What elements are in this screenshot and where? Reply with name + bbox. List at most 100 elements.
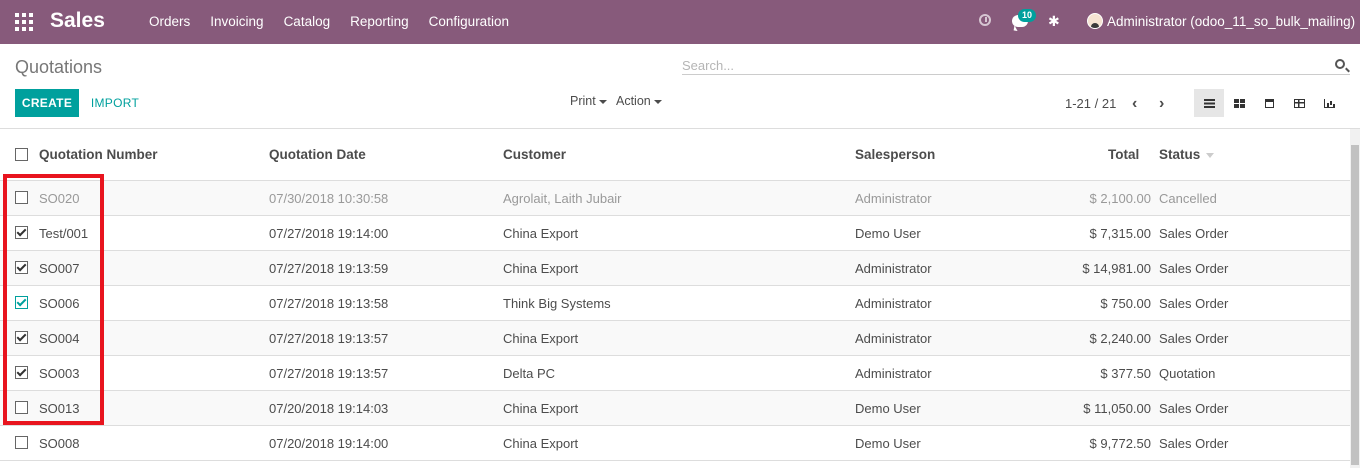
header-salesperson[interactable]: Salesperson (855, 147, 935, 162)
cell-customer: China Export (503, 226, 579, 241)
pivot-view-button[interactable] (1284, 89, 1314, 117)
action-dropdown[interactable]: Action (616, 94, 662, 108)
table-row[interactable]: SO013 07/20/2018 19:14:03 China Export D… (0, 391, 1350, 426)
cell-customer: Delta PC (503, 366, 556, 381)
cell-total: $ 14,981.00 (1082, 261, 1151, 276)
quotations-list: Quotation Number Quotation Date Customer… (0, 129, 1350, 461)
cell-total: $ 9,772.50 (1089, 436, 1151, 451)
cell-date: 07/20/2018 19:14:00 (269, 436, 389, 451)
selection-highlight-box (3, 174, 104, 425)
cell-salesperson: Administrator (855, 296, 932, 311)
cell-status: Quotation (1159, 366, 1216, 381)
header-status[interactable]: Status (1159, 147, 1215, 162)
header-quotation-number[interactable]: Quotation Number (39, 147, 158, 162)
user-menu[interactable]: Administrator (odoo_11_so_bulk_mailing) (1107, 14, 1355, 29)
cell-total: $ 7,315.00 (1089, 226, 1151, 241)
header-customer[interactable]: Customer (503, 147, 566, 162)
cell-salesperson: Administrator (855, 366, 932, 381)
caret-down-icon (598, 99, 607, 104)
create-button[interactable]: CREATE (15, 89, 79, 117)
view-switcher (1194, 89, 1344, 117)
cell-status: Sales Order (1159, 226, 1229, 241)
cell-salesperson: Demo User (855, 436, 921, 451)
cell-number: SO008 (39, 436, 80, 451)
menu-catalog[interactable]: Catalog (274, 14, 341, 29)
cell-status: Sales Order (1159, 296, 1229, 311)
scrollbar-thumb[interactable] (1351, 145, 1359, 465)
kanban-icon (1233, 98, 1245, 108)
cell-customer: Agrolait, Laith Jubair (503, 191, 622, 206)
debug-bug-icon[interactable]: ✱ (1048, 13, 1060, 30)
import-button[interactable]: IMPORT (85, 89, 145, 117)
cell-date: 07/27/2018 19:13:59 (269, 261, 389, 276)
cell-status: Cancelled (1159, 191, 1217, 206)
cell-total: $ 377.50 (1100, 366, 1151, 381)
cell-date: 07/30/2018 10:30:58 (269, 191, 389, 206)
pivot-table-icon (1293, 98, 1305, 108)
cell-date: 07/20/2018 19:14:03 (269, 401, 389, 416)
header-quotation-date[interactable]: Quotation Date (269, 147, 366, 162)
calendar-icon (1264, 98, 1274, 108)
cell-salesperson: Administrator (855, 261, 932, 276)
cell-total: $ 11,050.00 (1083, 401, 1151, 416)
action-label: Action (616, 94, 651, 108)
menu-orders[interactable]: Orders (139, 14, 200, 29)
print-label: Print (570, 94, 596, 108)
cell-customer: China Export (503, 331, 579, 346)
calendar-view-button[interactable] (1254, 89, 1284, 117)
activity-clock-icon[interactable] (979, 14, 991, 26)
cell-status: Sales Order (1159, 331, 1229, 346)
breadcrumb: Quotations (15, 57, 103, 77)
apps-menu-icon[interactable] (15, 13, 33, 31)
graph-view-button[interactable] (1314, 89, 1344, 117)
kanban-view-button[interactable] (1224, 89, 1254, 117)
pager-next-icon[interactable]: › (1159, 95, 1164, 113)
list-view-button[interactable] (1194, 89, 1224, 117)
cell-date: 07/27/2018 19:13:58 (269, 296, 389, 311)
cell-customer: Think Big Systems (503, 296, 611, 311)
cell-date: 07/27/2018 19:14:00 (269, 226, 389, 241)
cell-customer: China Export (503, 436, 579, 451)
table-header: Quotation Number Quotation Date Customer… (0, 129, 1350, 181)
cell-status: Sales Order (1159, 436, 1229, 451)
cell-status: Sales Order (1159, 401, 1229, 416)
table-row[interactable]: SO007 07/27/2018 19:13:59 China Export A… (0, 251, 1350, 286)
print-dropdown[interactable]: Print (570, 94, 607, 108)
menu-configuration[interactable]: Configuration (419, 14, 519, 29)
table-row[interactable]: SO006 07/27/2018 19:13:58 Think Big Syst… (0, 286, 1350, 321)
cell-salesperson: Administrator (855, 331, 932, 346)
cell-salesperson: Demo User (855, 226, 921, 241)
chat-count-badge: 10 (1018, 9, 1037, 22)
top-navbar: Sales Orders Invoicing Catalog Reporting… (0, 0, 1360, 44)
table-row[interactable]: Test/001 07/27/2018 19:14:00 China Expor… (0, 216, 1350, 251)
header-status-label: Status (1159, 147, 1201, 162)
caret-down-icon (653, 99, 662, 104)
menu-reporting[interactable]: Reporting (340, 14, 419, 29)
pager-previous-icon[interactable]: ‹ (1132, 95, 1137, 113)
avatar[interactable] (1087, 13, 1103, 29)
table-row[interactable]: SO003 07/27/2018 19:13:57 Delta PC Admin… (0, 356, 1350, 391)
select-all-checkbox[interactable] (15, 148, 28, 161)
row-checkbox[interactable] (15, 436, 28, 449)
header-total[interactable]: Total (1108, 147, 1139, 162)
top-menu: Orders Invoicing Catalog Reporting Confi… (139, 14, 519, 29)
menu-invoicing[interactable]: Invoicing (200, 14, 273, 29)
search-options-icon[interactable] (1335, 59, 1345, 69)
pager-value[interactable]: 1-21 / 21 (1065, 96, 1116, 111)
cell-status: Sales Order (1159, 261, 1229, 276)
search-input[interactable] (682, 56, 1350, 75)
sort-down-icon (1206, 152, 1215, 158)
cell-total: $ 750.00 (1100, 296, 1151, 311)
table-row[interactable]: SO020 07/30/2018 10:30:58 Agrolait, Lait… (0, 181, 1350, 216)
cell-salesperson: Administrator (855, 191, 932, 206)
table-row[interactable]: SO008 07/20/2018 19:14:00 China Export D… (0, 426, 1350, 461)
bar-chart-icon (1323, 98, 1335, 108)
cell-salesperson: Demo User (855, 401, 921, 416)
cell-total: $ 2,240.00 (1089, 331, 1151, 346)
cell-date: 07/27/2018 19:13:57 (269, 366, 389, 381)
app-name[interactable]: Sales (50, 9, 105, 33)
list-icon (1203, 98, 1215, 108)
control-panel: Quotations CREATE IMPORT Print Action 1-… (0, 44, 1360, 129)
table-row[interactable]: SO004 07/27/2018 19:13:57 China Export A… (0, 321, 1350, 356)
cell-customer: China Export (503, 261, 579, 276)
